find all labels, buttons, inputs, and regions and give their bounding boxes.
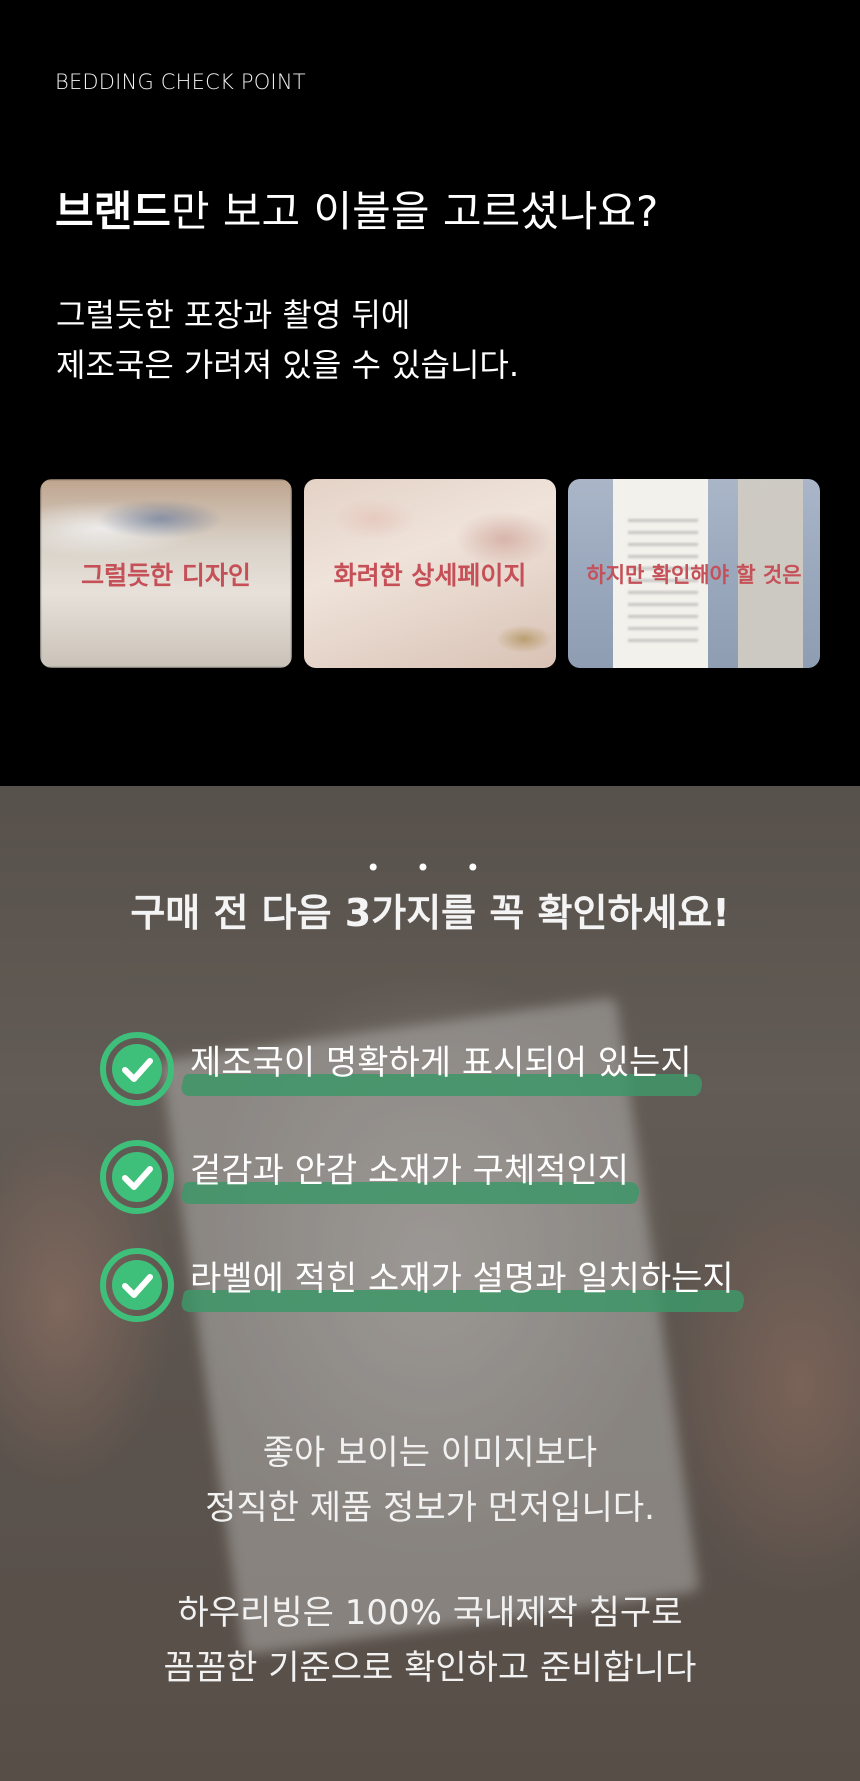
check-circle-icon	[100, 1140, 174, 1214]
checklist: 제조국이 명확하게 표시되어 있는지 겉감과 안감 소재가 구체적인지 라벨에 …	[98, 1030, 798, 1354]
intro-line-1: 그럴듯한 포장과 촬영 뒤에	[56, 296, 411, 334]
card-check: 하지만 확인해야 할 것은	[568, 479, 820, 668]
checklist-heading: 구매 전 다음 3가지를 꼭 확인하세요!	[130, 891, 730, 935]
closing-line-2: 꼼꼼한 기준으로 확인하고 준비합니다	[163, 1648, 697, 1688]
intro-text: 그럴듯한 포장과 촬영 뒤에 제조국은 가려져 있을 수 있습니다.	[56, 290, 519, 390]
checklist-item: 라벨에 적힌 소재가 설명과 일치하는지	[98, 1246, 798, 1324]
checklist-text-wrap: 라벨에 적힌 소재가 설명과 일치하는지	[179, 1254, 747, 1314]
page: BEDDING CHECK POINT 브랜드만 보고 이불을 고르셨나요? 그…	[0, 0, 860, 1781]
check-circle-icon	[100, 1248, 174, 1322]
message-block: 좋아 보이는 이미지보다 정직한 제품 정보가 먼저입니다.	[0, 1426, 860, 1536]
closing-line-1: 하우리빙은 100% 국내제작 침구로	[177, 1593, 683, 1633]
message-line-1: 좋아 보이는 이미지보다	[262, 1433, 598, 1473]
card-check-label: 하지만 확인해야 할 것은	[586, 562, 802, 587]
card-design-label: 그럴듯한 디자인	[81, 560, 251, 590]
headline-brand-word: 브랜드	[55, 187, 171, 236]
checklist-item: 제조국이 명확하게 표시되어 있는지	[98, 1030, 798, 1108]
dots-decoration: • • •	[366, 854, 494, 882]
checklist-text-wrap: 제조국이 명확하게 표시되어 있는지	[179, 1038, 704, 1098]
intro-line-2: 제조국은 가려져 있을 수 있습니다.	[56, 346, 520, 384]
closing-block: 하우리빙은 100% 국내제작 침구로 꼼꼼한 기준으로 확인하고 준비합니다	[0, 1586, 860, 1696]
intro-section: BEDDING CHECK POINT 브랜드만 보고 이불을 고르셨나요? 그…	[0, 0, 860, 786]
card-design: 그럴듯한 디자인	[40, 479, 292, 668]
checklist-section: • • • 구매 전 다음 3가지를 꼭 확인하세요! 제조국이 명확하게 표시…	[0, 786, 860, 1781]
checklist-item: 겉감과 안감 소재가 구체적인지	[98, 1138, 798, 1216]
headline: 브랜드만 보고 이불을 고르셨나요?	[55, 184, 658, 240]
checklist-text-wrap: 겉감과 안감 소재가 구체적인지	[179, 1146, 642, 1206]
checklist-text: 겉감과 안감 소재가 구체적인지	[190, 1151, 630, 1191]
check-circle-icon	[100, 1032, 174, 1106]
headline-rest: 만 보고 이불을 고르셨나요?	[170, 187, 659, 236]
card-row: 그럴듯한 디자인 화려한 상세페이지 하지만 확인해야 할 것은	[40, 479, 820, 668]
eyebrow-label: BEDDING CHECK POINT	[55, 70, 306, 94]
card-detail-page-label: 화려한 상세페이지	[333, 560, 527, 590]
message-line-2: 정직한 제품 정보가 먼저입니다.	[205, 1488, 655, 1528]
checklist-text: 제조국이 명확하게 표시되어 있는지	[190, 1043, 692, 1083]
card-detail-page: 화려한 상세페이지	[304, 479, 556, 668]
checklist-text: 라벨에 적힌 소재가 설명과 일치하는지	[190, 1259, 734, 1299]
